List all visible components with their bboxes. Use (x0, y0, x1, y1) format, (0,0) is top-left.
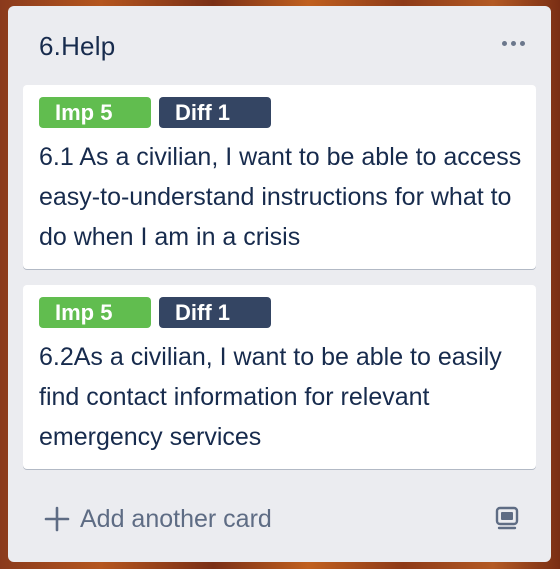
list-menu-button[interactable] (497, 32, 529, 54)
card-labels: Imp 5 Diff 1 (39, 297, 271, 328)
card-title: 6.1 As a civilian, I want to be able to … (39, 143, 522, 251)
list-header: 6.Help (8, 6, 551, 86)
label-difficulty[interactable]: Diff 1 (159, 97, 271, 128)
list-column: 6.Help Imp 5 Diff 1 6.1 As a civilian, I… (8, 6, 551, 562)
card-template-icon[interactable] (494, 505, 520, 531)
plus-icon (44, 506, 70, 532)
add-card-label: Add another card (80, 504, 272, 533)
add-card-button[interactable]: Add another card (44, 503, 272, 535)
card[interactable]: Imp 5 Diff 1 6.2As a civilian, I want to… (23, 285, 536, 469)
label-difficulty[interactable]: Diff 1 (159, 297, 271, 328)
more-horizontal-icon (501, 40, 525, 46)
card-title: 6.2As a civilian, I want to be able to e… (39, 343, 502, 451)
list-title[interactable]: 6.Help (39, 31, 115, 62)
card[interactable]: Imp 5 Diff 1 6.1 As a civilian, I want t… (23, 85, 536, 269)
label-importance[interactable]: Imp 5 (39, 297, 151, 328)
card-labels: Imp 5 Diff 1 (39, 97, 271, 128)
label-importance[interactable]: Imp 5 (39, 97, 151, 128)
